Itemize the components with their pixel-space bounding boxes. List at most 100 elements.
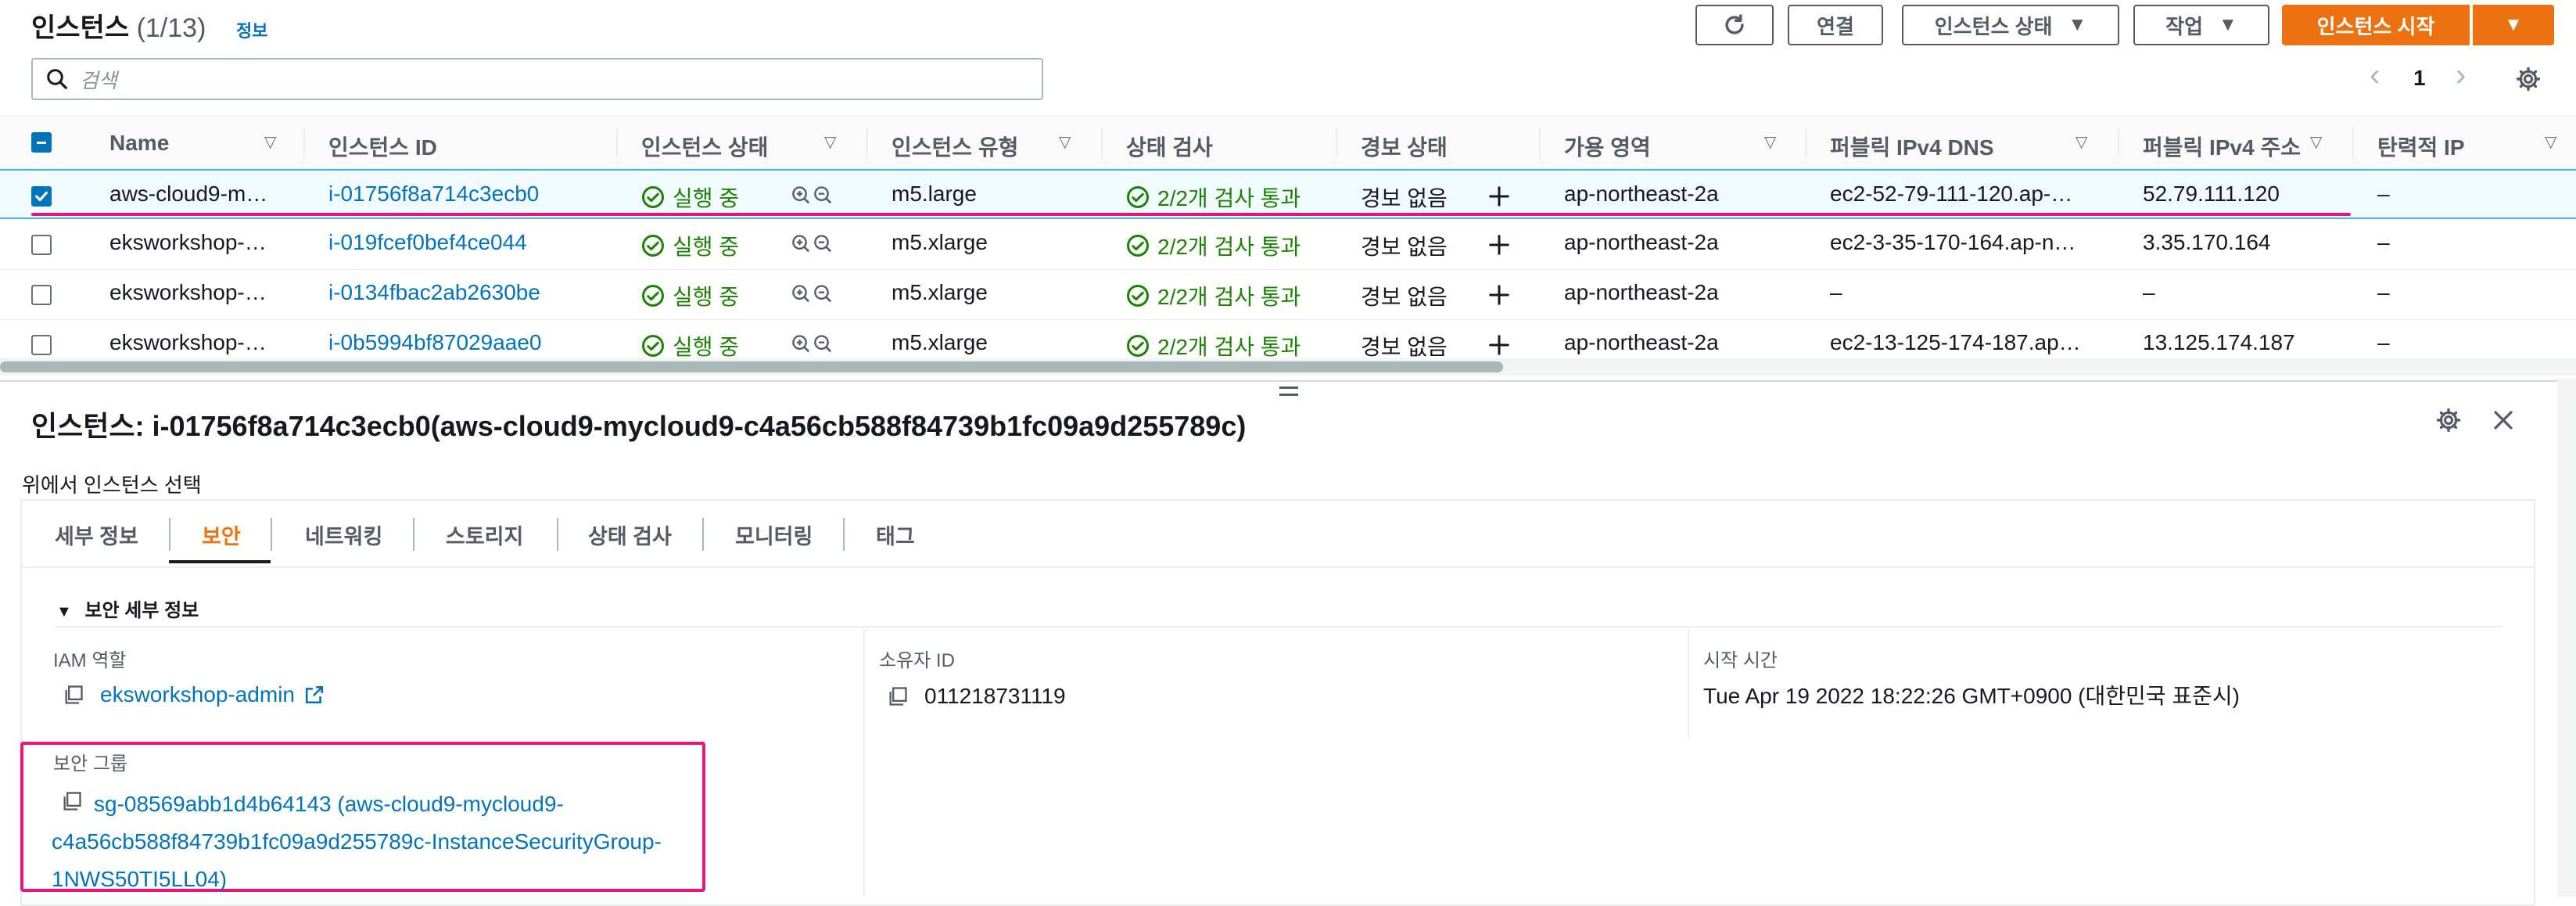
col-instance-state[interactable]: 인스턴스 상태 (641, 131, 768, 162)
table-row[interactable]: eksworkshop-… i-0134fbac2ab2630be 실행 중 m5.x… (0, 269, 2576, 320)
tab-networking[interactable]: 네트워킹 (305, 520, 382, 550)
tab-monitoring[interactable]: 모니터링 (735, 520, 813, 550)
row-checkbox[interactable] (31, 235, 52, 255)
refresh-icon (1725, 14, 1744, 34)
cell-instance-id-text: i-0b5994bf87029aae0 (328, 330, 542, 354)
column-separator[interactable] (1539, 128, 1541, 157)
iam-role-link[interactable]: eksworkshop-admin (100, 682, 295, 707)
instance-state-button[interactable]: 인스턴스 상태 ▼ (1902, 5, 2119, 45)
copy-icon[interactable] (63, 684, 84, 706)
cell-instance-id[interactable]: i-019fcef0bef4ce044 (328, 230, 527, 255)
sort-icon[interactable]: ▽ (824, 132, 836, 152)
cell-status-check: 2/2개 검사 통과 (1126, 330, 1301, 361)
tab-separator (169, 518, 170, 551)
add-alarm-icon[interactable] (1487, 333, 1511, 357)
zoom-in-icon[interactable] (790, 233, 837, 255)
split-divider[interactable] (0, 380, 2563, 382)
zoom-controls[interactable] (790, 233, 837, 255)
cell-public-dns: – (1830, 280, 1842, 305)
next-page-icon[interactable]: › (2456, 58, 2466, 93)
refresh-button[interactable] (1695, 5, 1774, 45)
cell-type-text: m5.xlarge (892, 280, 988, 304)
row-checkbox[interactable] (31, 335, 52, 355)
row-checkbox[interactable] (31, 285, 52, 305)
settings-gear-icon[interactable] (2435, 407, 2462, 433)
security-details-title: 보안 세부 정보 (84, 600, 199, 621)
zoom-in-icon[interactable] (790, 333, 837, 355)
sort-icon[interactable]: ▽ (2545, 132, 2556, 152)
launch-instance-button[interactable]: 인스턴스 시작 (2282, 5, 2470, 45)
column-separator[interactable] (1805, 128, 1806, 157)
cell-instance-id[interactable]: i-0b5994bf87029aae0 (328, 330, 541, 355)
iam-role-value[interactable]: eksworkshop-admin (63, 682, 325, 707)
security-details-header[interactable]: ▼ 보안 세부 정보 (56, 595, 199, 622)
add-alarm-icon[interactable] (1487, 233, 1511, 257)
cell-status-check: 2/2개 검사 통과 (1126, 182, 1301, 213)
copy-icon[interactable] (887, 685, 909, 707)
column-separator[interactable] (2118, 128, 2119, 157)
col-elastic-ip[interactable]: 탄력적 IP (2377, 131, 2465, 162)
sort-icon[interactable]: ▽ (1059, 132, 1071, 152)
highlight-underline (31, 213, 2351, 216)
horizontal-scrollbar-thumb[interactable] (0, 361, 1503, 372)
drag-handle-icon[interactable] (1279, 386, 1298, 401)
connect-button[interactable]: 연결 (1788, 5, 1883, 45)
close-icon[interactable] (2492, 408, 2515, 432)
security-group-link[interactable]: sg-08569abb1d4b64143 (aws-cloud9-mycloud… (52, 786, 701, 898)
zoom-in-icon[interactable] (790, 185, 837, 207)
external-link-icon[interactable] (304, 685, 325, 705)
info-link[interactable]: 정보 (236, 17, 267, 42)
col-alarm-status[interactable]: 경보 상태 (1361, 131, 1448, 162)
tab-security[interactable]: 보안 (202, 520, 241, 550)
col-public-ip[interactable]: 퍼블릭 IPv4 주소 (2143, 131, 2301, 162)
col-instance-type[interactable]: 인스턴스 유형 (892, 131, 1018, 162)
tab-tags[interactable]: 태그 (876, 520, 915, 550)
vertical-scrollbar[interactable] (2557, 379, 2576, 897)
sort-icon[interactable]: ▽ (1764, 132, 1776, 152)
table-header: Name ▽ 인스턴스 ID 인스턴스 상태 ▽ 인스턴스 유형 ▽ 상태 검사… (0, 116, 2576, 169)
cell-instance-id[interactable]: i-0134fbac2ab2630be (328, 280, 540, 305)
column-separator[interactable] (1101, 128, 1103, 157)
cell-name-text: aws-cloud9-m… (109, 182, 268, 206)
tab-status-checks[interactable]: 상태 검사 (588, 520, 672, 550)
tab-storage[interactable]: 스토리지 (446, 520, 523, 550)
launch-dropdown-button[interactable]: ▼ (2473, 5, 2554, 45)
cell-az-text: ap-northeast-2a (1564, 330, 1719, 354)
cell-az-text: ap-northeast-2a (1564, 280, 1719, 304)
cell-type: m5.xlarge (892, 330, 988, 355)
sort-icon[interactable]: ▽ (2310, 132, 2322, 152)
col-instance-id[interactable]: 인스턴스 ID (328, 131, 437, 162)
settings-gear-icon[interactable] (2515, 66, 2542, 92)
add-alarm-icon[interactable] (1487, 185, 1511, 208)
column-separator[interactable] (2352, 128, 2354, 157)
column-separator[interactable] (1336, 128, 1337, 157)
search-input[interactable]: 검색 (31, 58, 1043, 100)
owner-id-value: 011218731119 (887, 684, 1066, 709)
cell-public-dns: ec2-52-79-111-120.ap-… (1830, 182, 2072, 207)
sort-icon[interactable]: ▽ (2076, 132, 2087, 152)
tab-details[interactable]: 세부 정보 (55, 520, 138, 550)
table-row[interactable]: aws-cloud9-m… i-01756f8a714c3ecb0 실행 중 m5.l… (0, 169, 2576, 219)
table-row[interactable]: eksworkshop-… i-019fcef0bef4ce044 실행 중 m5.x… (0, 219, 2576, 270)
zoom-controls[interactable] (790, 283, 837, 305)
row-checkbox[interactable] (31, 186, 52, 207)
col-availability-zone[interactable]: 가용 영역 (1564, 131, 1651, 162)
cell-az: ap-northeast-2a (1564, 330, 1719, 355)
col-name[interactable]: Name (109, 131, 169, 156)
column-separator[interactable] (616, 128, 618, 157)
page-number[interactable]: 1 (2413, 66, 2426, 91)
actions-button[interactable]: 작업 ▼ (2133, 5, 2269, 45)
zoom-in-icon[interactable] (790, 283, 837, 305)
zoom-controls[interactable] (790, 333, 837, 355)
prev-page-icon[interactable]: ‹ (2370, 58, 2380, 93)
sort-icon[interactable]: ▽ (264, 132, 276, 152)
cell-state: 실행 중 (641, 330, 739, 361)
cell-instance-id[interactable]: i-01756f8a714c3ecb0 (328, 182, 539, 207)
zoom-controls[interactable] (790, 185, 837, 207)
col-public-dns[interactable]: 퍼블릭 IPv4 DNS (1830, 131, 1994, 162)
col-status-check[interactable]: 상태 검사 (1126, 131, 1213, 162)
column-separator[interactable] (866, 128, 868, 157)
column-separator[interactable] (303, 128, 305, 157)
add-alarm-icon[interactable] (1487, 283, 1511, 307)
select-all-checkbox[interactable] (31, 132, 52, 153)
